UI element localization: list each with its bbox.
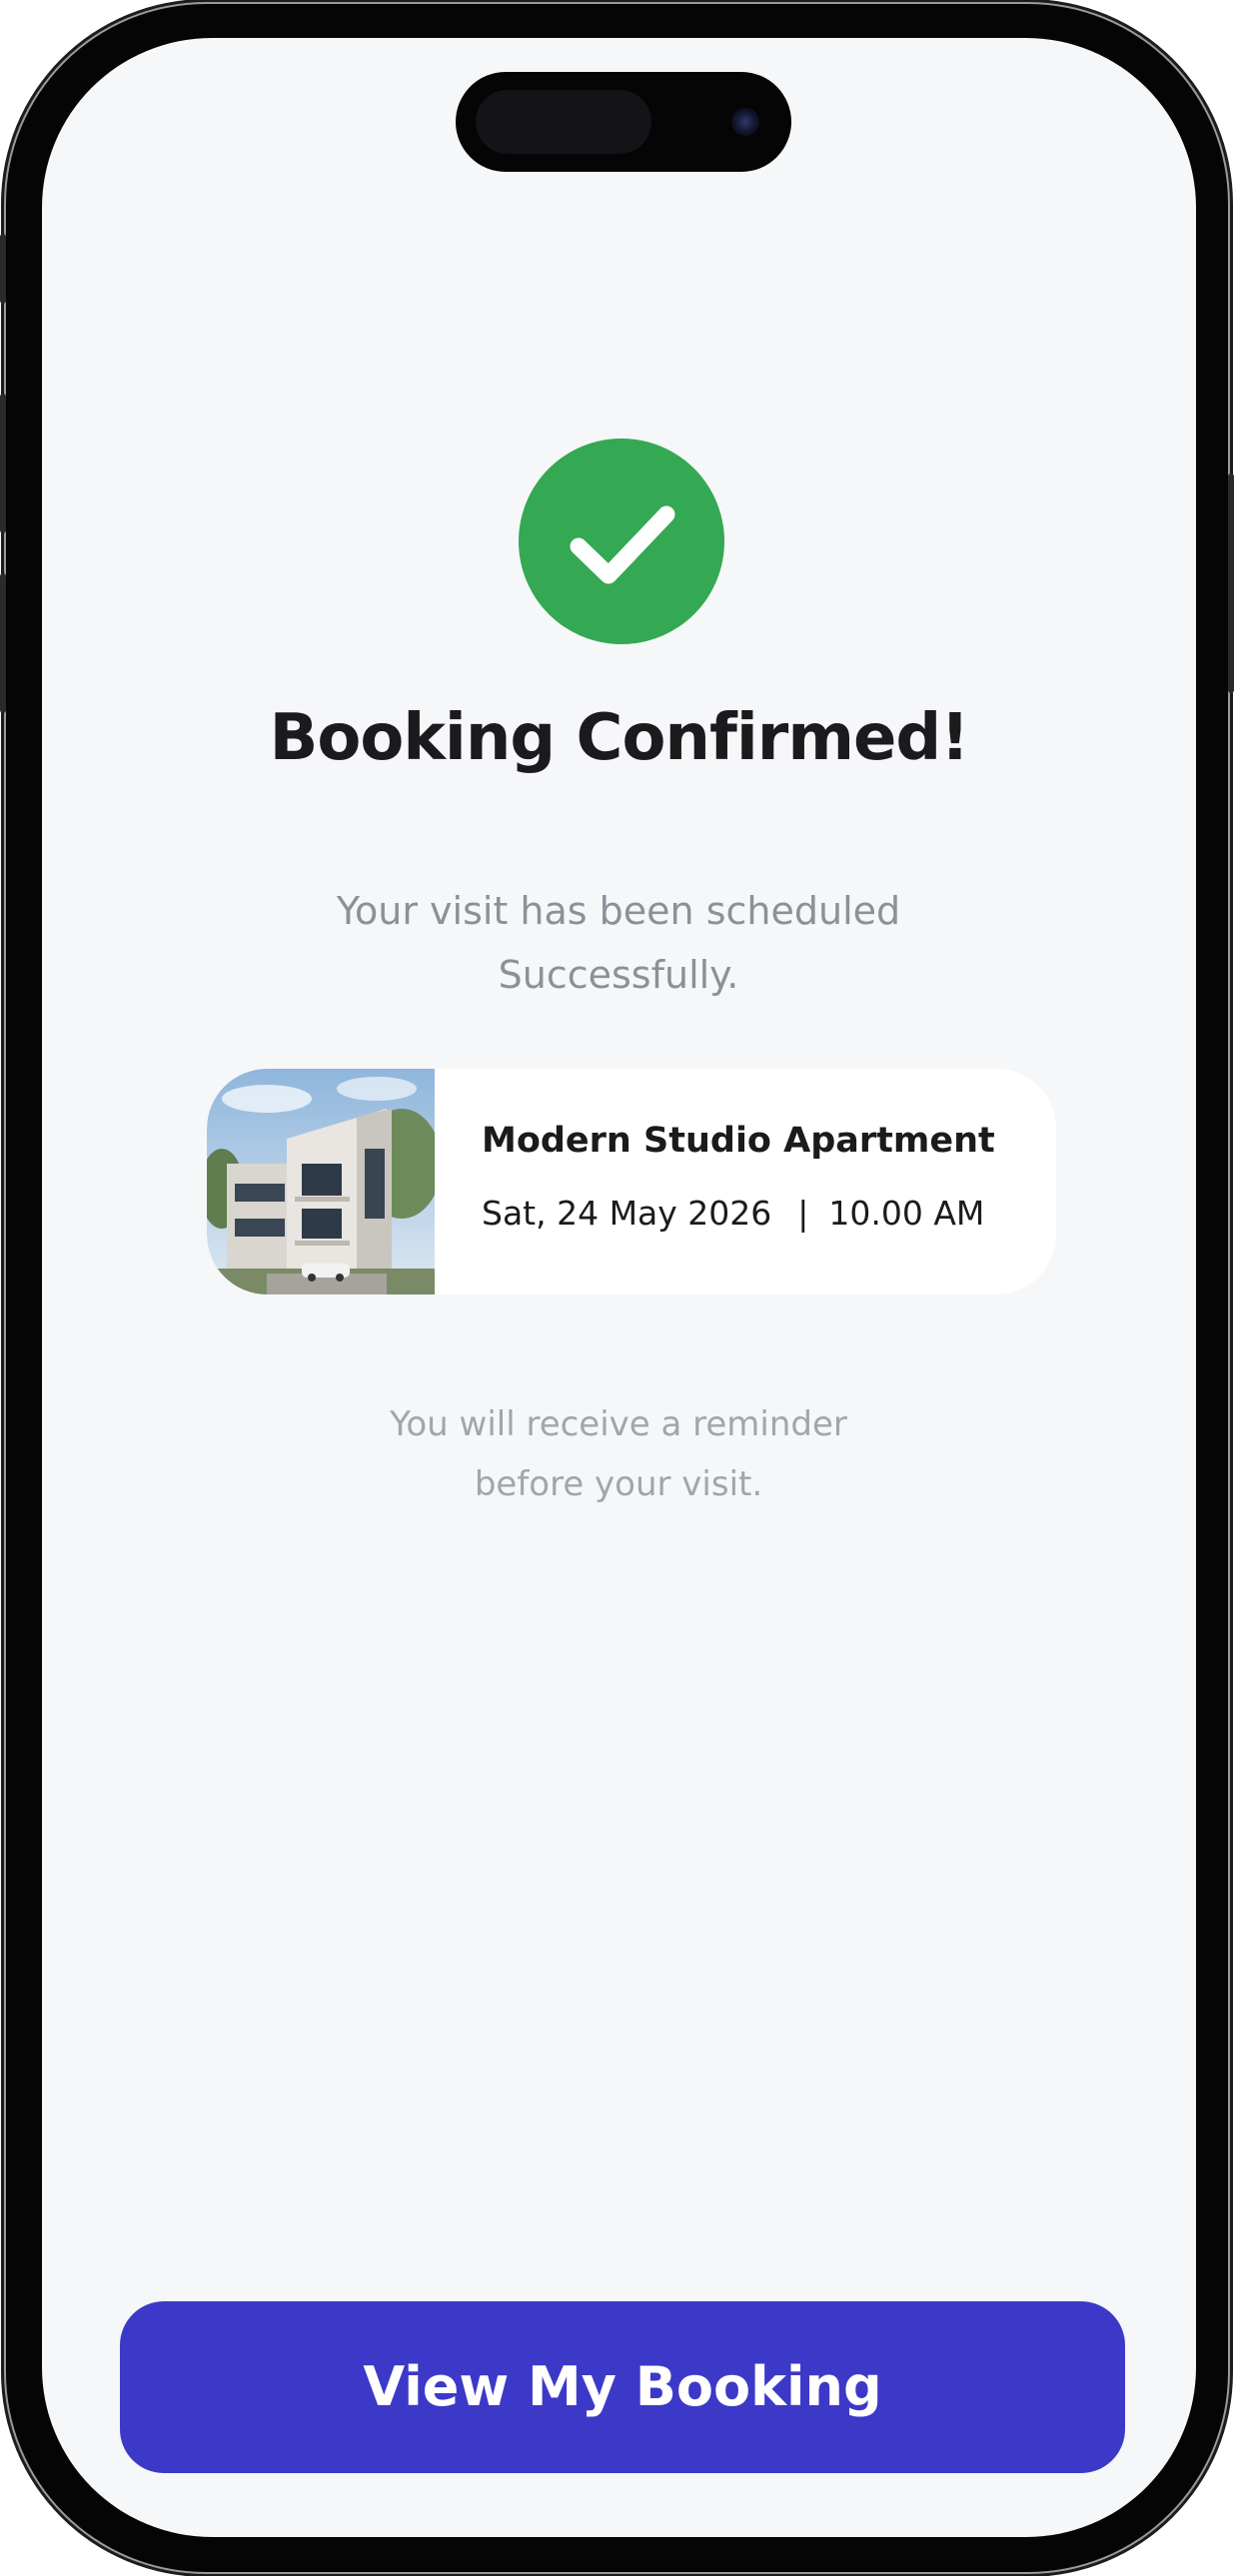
page-title: Booking Confirmed! <box>269 701 970 775</box>
app-screen: Booking Confirmed! Your visit has been s… <box>42 38 1196 2537</box>
power-button <box>1228 473 1234 693</box>
action-button <box>0 234 6 304</box>
reminder-line-1: You will receive a reminder <box>390 1404 847 1444</box>
volume-down-button <box>0 573 6 713</box>
booking-summary-card[interactable]: Modern Studio Apartment Sat, 24 May 2026… <box>207 1069 1056 1294</box>
subtitle-line-1: Your visit has been scheduled <box>336 889 901 933</box>
check-icon <box>570 505 675 584</box>
island-sensor <box>476 90 651 154</box>
dynamic-island <box>456 72 791 172</box>
confirmation-subtitle: Your visit has been scheduled Successful… <box>269 879 968 1007</box>
datetime-separator: | <box>797 1194 809 1233</box>
property-name: Modern Studio Apartment <box>482 1121 995 1161</box>
visit-time: 10.00 AM <box>828 1194 985 1233</box>
visit-date: Sat, 24 May 2026 <box>482 1194 772 1233</box>
property-thumbnail <box>207 1069 435 1294</box>
camera-icon <box>731 108 759 136</box>
volume-up-button <box>0 394 6 533</box>
reminder-note: You will receive a reminder before your … <box>319 1394 918 1514</box>
success-check-badge <box>519 438 724 644</box>
visit-datetime: Sat, 24 May 2026 | 10.00 AM <box>482 1194 984 1233</box>
reminder-line-2: before your visit. <box>474 1464 763 1504</box>
subtitle-line-2: Successfully. <box>498 953 739 997</box>
view-my-booking-button[interactable]: View My Booking <box>120 2301 1125 2473</box>
phone-frame: Booking Confirmed! Your visit has been s… <box>0 4 1234 2572</box>
